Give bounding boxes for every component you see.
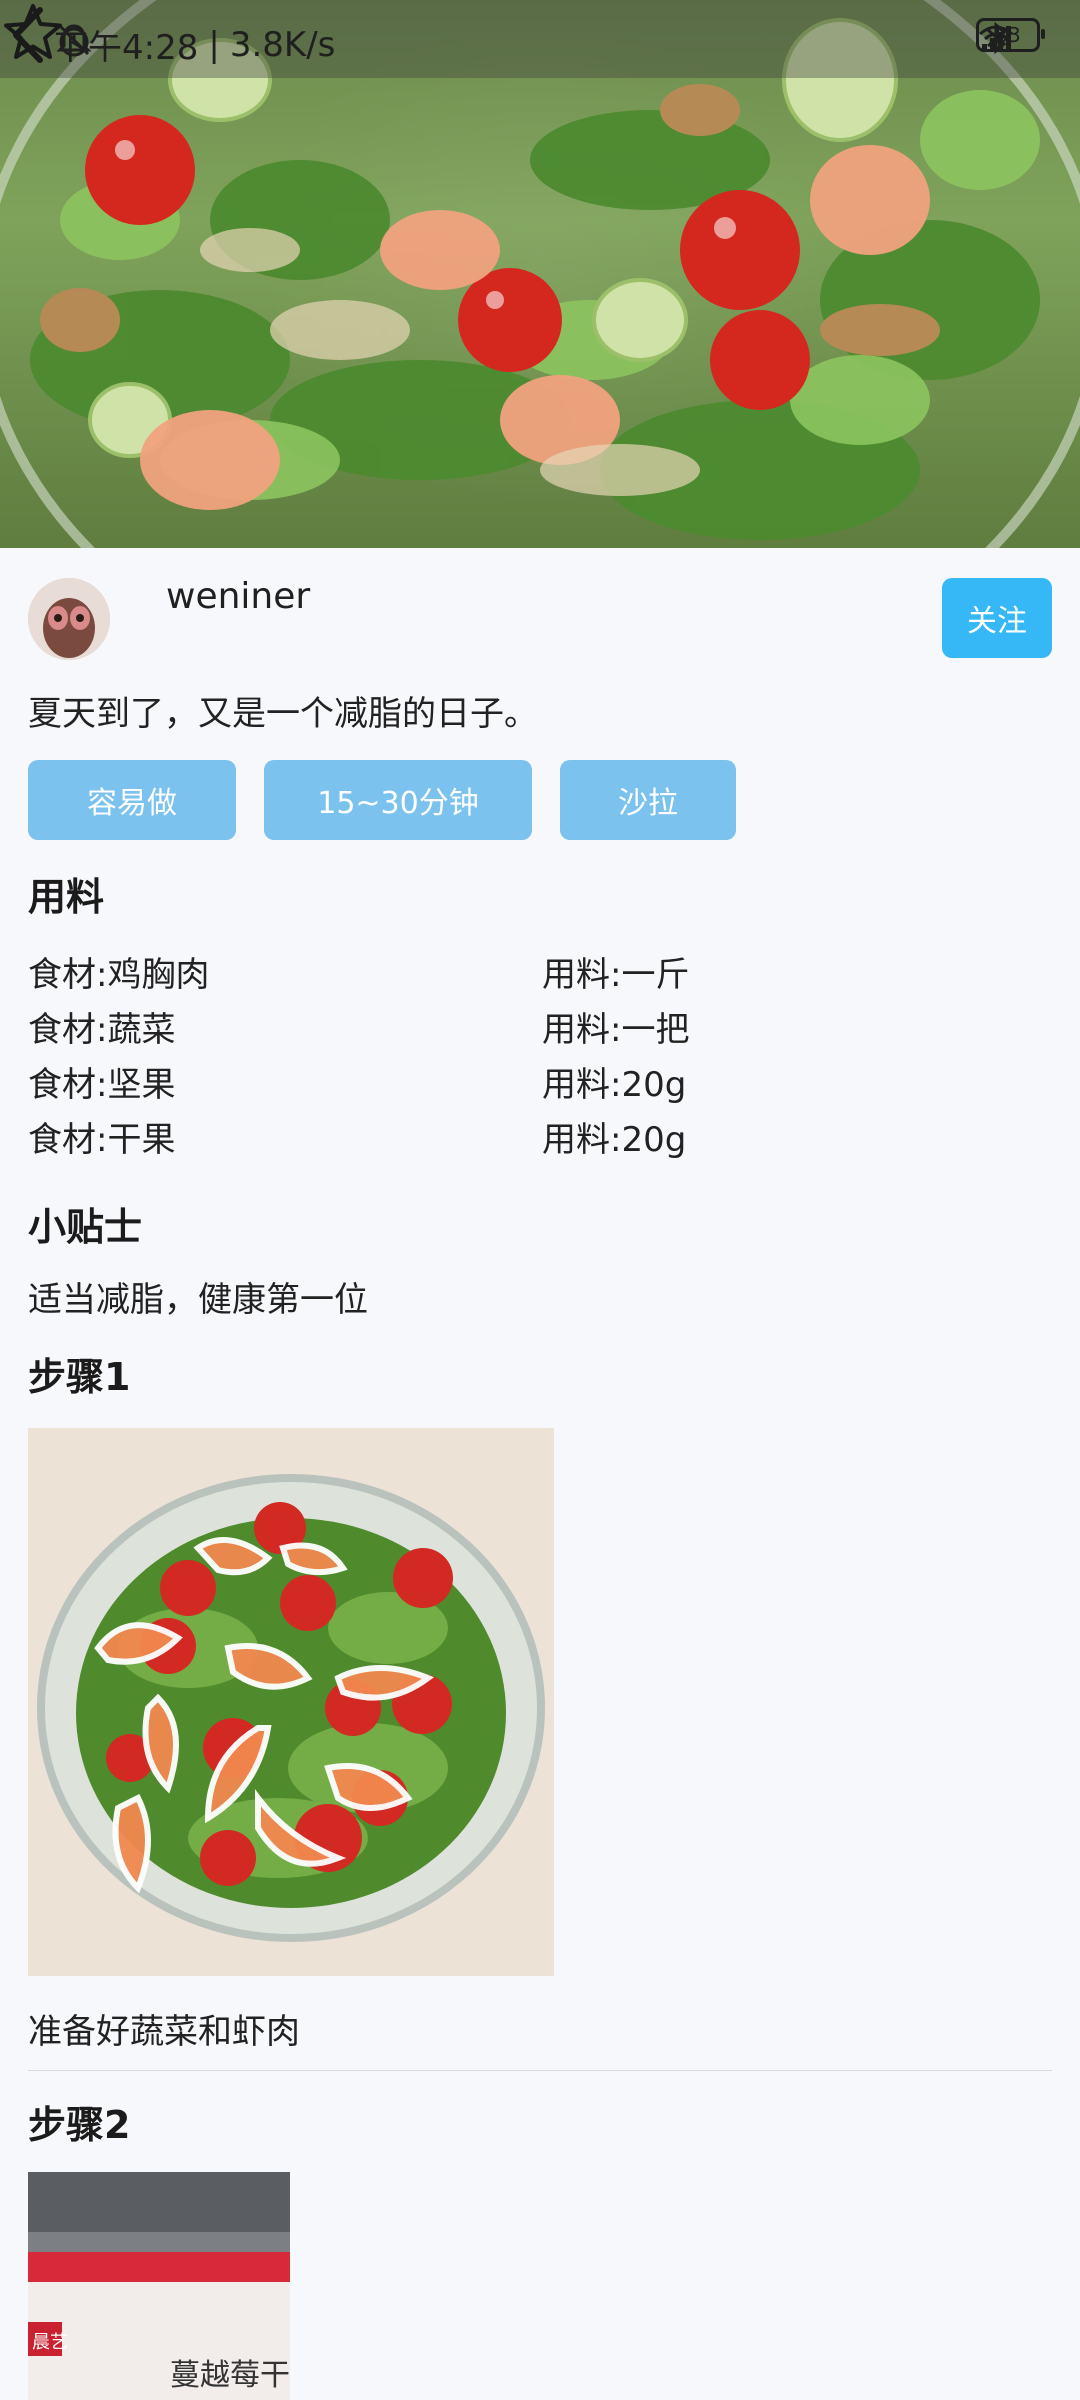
tag-category[interactable]: 沙拉 bbox=[560, 760, 736, 840]
tag-difficulty[interactable]: 容易做 bbox=[28, 760, 236, 840]
tips-text: 适当减脂，健康第一位 bbox=[28, 1280, 368, 1320]
ingredients-title: 用料 bbox=[28, 875, 105, 919]
status-bar: 下午4:28 | 3.8K/s 83 bbox=[0, 0, 1080, 78]
step-1-caption: 准备好蔬菜和虾肉 bbox=[28, 2012, 300, 2052]
step-1-title: 步骤1 bbox=[28, 1355, 131, 1399]
step-2-title: 步骤2 bbox=[28, 2103, 131, 2147]
ingredient-amount: 用料:20g bbox=[542, 1120, 687, 1160]
ingredient-name: 食材:蔬菜 bbox=[28, 1010, 176, 1050]
recipe-tags: 容易做 15~30分钟 沙拉 bbox=[28, 760, 736, 840]
ingredient-name-list: 食材:鸡胸肉 食材:蔬菜 食材:坚果 食材:干果 bbox=[28, 948, 209, 1168]
recipe-hero-image: 下午4:28 | 3.8K/s 83 bbox=[0, 0, 1080, 548]
author-avatar[interactable] bbox=[28, 578, 110, 660]
battery-icon: 83 bbox=[976, 18, 1045, 52]
step-divider bbox=[28, 2070, 1052, 2071]
status-separator: | bbox=[208, 24, 220, 65]
step-1-image[interactable] bbox=[28, 1428, 554, 1976]
tips-title: 小贴士 bbox=[28, 1205, 143, 1249]
ingredient-amount-list: 用料:一斤 用料:一把 用料:20g 用料:20g bbox=[542, 948, 689, 1168]
network-speed: 3.8K/s bbox=[229, 24, 336, 65]
author-name[interactable]: weniner bbox=[166, 576, 310, 617]
ingredient-amount: 用料:20g bbox=[542, 1065, 687, 1105]
ingredient-name: 食材:鸡胸肉 bbox=[28, 955, 210, 995]
tag-duration[interactable]: 15~30分钟 bbox=[264, 760, 532, 840]
star-outline-icon[interactable] bbox=[0, 0, 66, 66]
package-logo: 晨艺 bbox=[32, 2332, 68, 2353]
step-2-image[interactable]: 晨艺 蔓越莓干 bbox=[28, 2172, 290, 2400]
ingredient-amount: 用料:一斤 bbox=[542, 955, 690, 995]
package-label: 蔓越莓干 bbox=[170, 2358, 290, 2393]
recipe-intro: 夏天到了，又是一个减脂的日子。 bbox=[28, 694, 538, 734]
ingredient-name: 食材:干果 bbox=[28, 1120, 176, 1160]
ingredient-name: 食材:坚果 bbox=[28, 1065, 176, 1105]
battery-level: 83 bbox=[995, 23, 1021, 47]
follow-button[interactable]: 关注 bbox=[942, 578, 1052, 658]
ingredient-amount: 用料:一把 bbox=[542, 1010, 690, 1050]
